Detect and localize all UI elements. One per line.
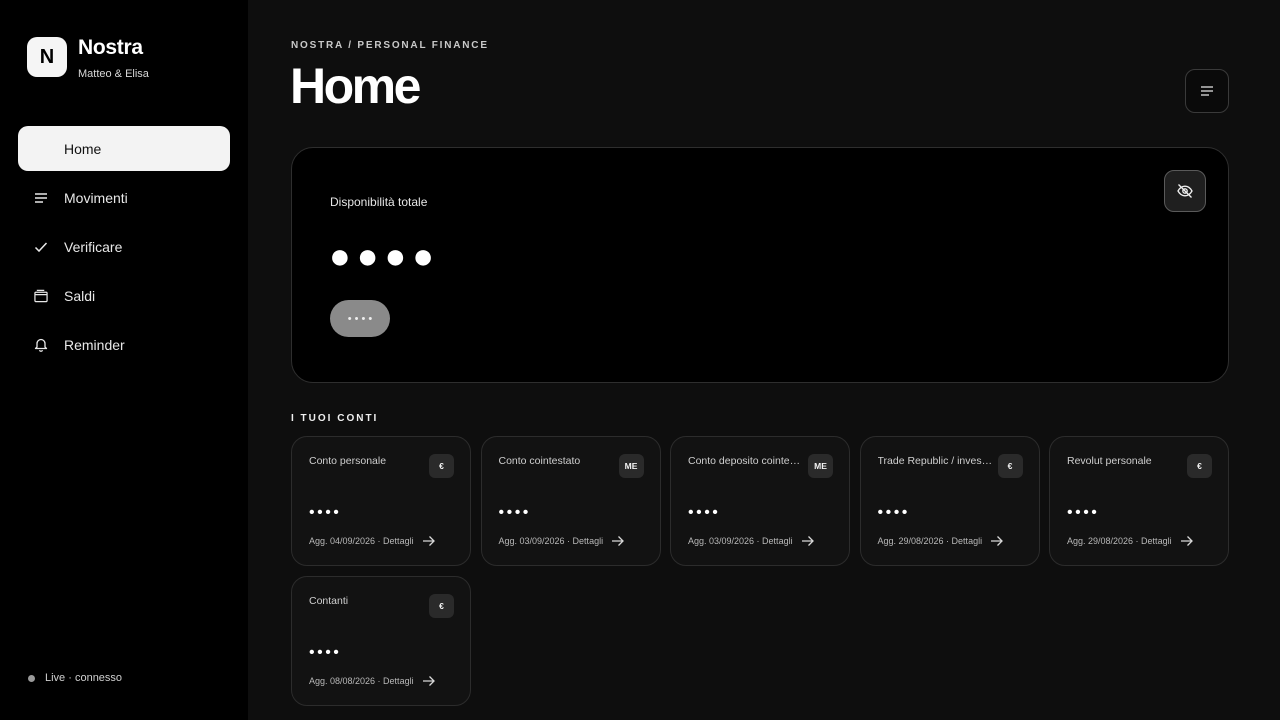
account-value-hidden: •••• (688, 504, 721, 521)
account-name: Trade Republic / investimenti (877, 455, 993, 467)
sidebar-item-movimenti[interactable]: Movimenti (18, 175, 230, 220)
brand-name: Nostra (78, 36, 143, 59)
sidebar-nav: Home Movimenti Verificare Saldi Reminder (18, 126, 230, 371)
account-name: Conto deposito cointestato (688, 455, 803, 467)
brand-logo: N (27, 37, 67, 77)
balance-label: Disponibilità totale (330, 195, 428, 209)
toggle-visibility-button[interactable] (1164, 170, 1206, 212)
status-dot-icon (28, 674, 35, 682)
account-name: Conto personale (309, 455, 387, 467)
sidebar-item-home[interactable]: Home (18, 126, 230, 171)
sidebar-item-label: Movimenti (64, 189, 128, 206)
sidebar-item-saldi[interactable]: Saldi (18, 273, 230, 318)
balance-change-pill: •••• (330, 300, 390, 337)
page-title: Home (290, 58, 421, 114)
arrow-right-icon[interactable] (611, 534, 625, 548)
account-name: Contanti (309, 595, 349, 607)
account-updated: Agg. 03/09/2026 · Dettagli (498, 536, 604, 546)
arrow-right-icon[interactable] (1180, 534, 1194, 548)
sidebar-item-reminder[interactable]: Reminder (18, 322, 230, 367)
account-card[interactable]: Trade Republic / investimenti € •••• Agg… (859, 436, 1040, 566)
account-card[interactable]: Conto deposito cointestato ME •••• Agg. … (670, 436, 850, 566)
account-updated: Agg. 08/08/2026 · Dettagli (309, 676, 414, 686)
arrow-right-icon[interactable] (422, 534, 436, 548)
total-balance-card: Disponibilità totale ●●●● •••• (291, 147, 1229, 383)
account-badge: ME (808, 454, 833, 478)
sidebar: N Nostra Matteo & Elisa Home Movimenti V… (0, 0, 248, 720)
accounts-grid: Conto personale € •••• Agg. 04/09/2026 ·… (291, 436, 1229, 706)
account-badge: € (1187, 454, 1212, 478)
arrow-right-icon[interactable] (990, 534, 1004, 548)
account-value-hidden: •••• (498, 504, 531, 521)
account-badge: € (429, 594, 454, 618)
eye-off-icon (1177, 184, 1193, 198)
main-content: NOSTRA / PERSONAL FINANCE Home Disponibi… (248, 0, 1280, 720)
sidebar-item-label: Verificare (64, 238, 123, 255)
account-updated: Agg. 29/08/2026 · Dettagli (877, 536, 983, 546)
balance-value-hidden: ●●●● (329, 235, 440, 276)
bell-icon (34, 338, 48, 352)
arrow-right-icon[interactable] (801, 534, 815, 548)
account-badge: € (997, 454, 1023, 478)
account-updated: Agg. 04/09/2026 · Dettagli (309, 536, 414, 546)
sidebar-item-label: Reminder (64, 336, 125, 353)
account-name: Revolut personale (1067, 455, 1152, 467)
menu-icon (1201, 86, 1213, 96)
brand-subtitle: Matteo & Elisa (78, 68, 149, 80)
arrow-right-icon[interactable] (422, 674, 436, 688)
account-value-hidden: •••• (309, 644, 342, 661)
account-value-hidden: •••• (309, 504, 342, 521)
status-text: Live · connesso (45, 672, 123, 684)
account-updated: Agg. 03/09/2026 · Dettagli (688, 536, 793, 546)
account-card[interactable]: Conto personale € •••• Agg. 04/09/2026 ·… (291, 436, 471, 566)
account-card[interactable]: Revolut personale € •••• Agg. 29/08/2026… (1049, 436, 1229, 566)
sidebar-item-label: Home (64, 140, 102, 157)
check-icon (34, 240, 48, 254)
wallet-icon (34, 289, 48, 303)
accounts-section-title: I TUOI CONTI (291, 413, 379, 424)
account-updated: Agg. 29/08/2026 · Dettagli (1067, 536, 1172, 546)
account-name: Conto cointestato (498, 455, 581, 467)
account-value-hidden: •••• (1067, 504, 1100, 521)
account-badge: ME (618, 454, 644, 478)
list-icon (34, 191, 48, 205)
account-badge: € (429, 454, 454, 478)
sidebar-item-label: Saldi (64, 287, 96, 304)
menu-button[interactable] (1185, 69, 1229, 113)
account-value-hidden: •••• (877, 504, 910, 521)
account-card[interactable]: Contanti € •••• Agg. 08/08/2026 · Dettag… (291, 576, 471, 706)
brand: N Nostra Matteo & Elisa (27, 36, 149, 80)
connection-status: Live · connesso (28, 672, 122, 684)
breadcrumb: NOSTRA / PERSONAL FINANCE (291, 40, 489, 51)
account-card[interactable]: Conto cointestato ME •••• Agg. 03/09/202… (480, 436, 661, 566)
sidebar-item-verificare[interactable]: Verificare (18, 224, 230, 269)
